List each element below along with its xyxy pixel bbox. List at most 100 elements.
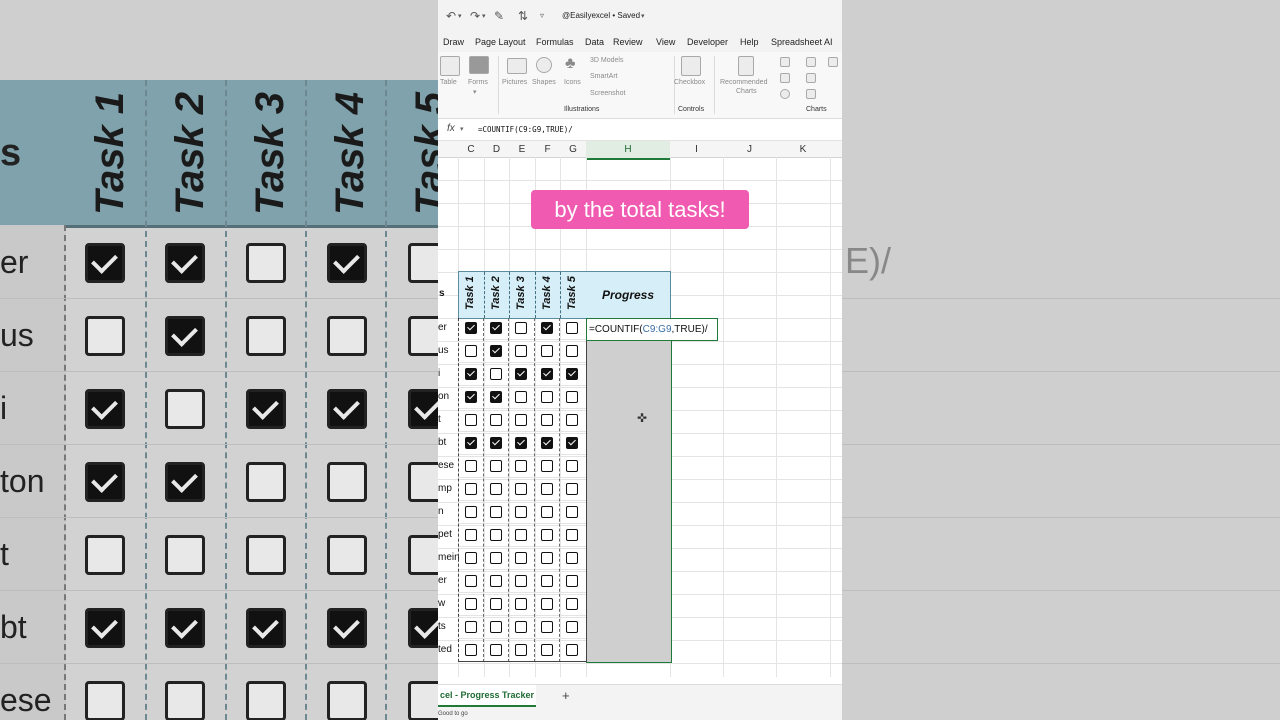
line-chart-icon[interactable]	[806, 89, 816, 99]
checkbox-unchecked[interactable]	[465, 575, 477, 587]
ribbon-tab-draw[interactable]: Draw	[443, 37, 464, 47]
checkbox-unchecked[interactable]	[490, 621, 502, 633]
ribbon-tab-formulas[interactable]: Formulas	[536, 37, 574, 47]
shapes-button[interactable]: Shapes	[532, 79, 556, 86]
ribbon-tab-developer[interactable]: Developer	[687, 37, 728, 47]
checkbox-unchecked[interactable]	[515, 506, 527, 518]
checkbox-unchecked[interactable]	[515, 391, 527, 403]
checkbox-checked[interactable]	[566, 437, 578, 449]
ribbon-tab-review[interactable]: Review	[613, 37, 643, 47]
table-button[interactable]: Table	[440, 79, 457, 86]
checkbox-unchecked[interactable]	[515, 414, 527, 426]
checkbox-unchecked[interactable]	[541, 414, 553, 426]
redo-icon[interactable]: ↷	[470, 9, 480, 23]
checkbox-checked[interactable]	[465, 391, 477, 403]
checkbox-unchecked[interactable]	[566, 483, 578, 495]
checkbox-unchecked[interactable]	[490, 598, 502, 610]
checkbox-unchecked[interactable]	[566, 644, 578, 656]
checkbox-unchecked[interactable]	[566, 460, 578, 472]
pictures-icon[interactable]	[507, 58, 527, 74]
progress-selection-range[interactable]	[586, 340, 672, 663]
format-painter-icon[interactable]: ✎	[494, 9, 504, 23]
sheet-tab-progress-tracker[interactable]: cel - Progress Tracker	[438, 685, 536, 707]
checkbox-unchecked[interactable]	[490, 460, 502, 472]
column-header-j[interactable]: J	[723, 144, 776, 155]
checkbox-unchecked[interactable]	[490, 368, 502, 380]
checkbox-unchecked[interactable]	[490, 552, 502, 564]
checkbox-unchecked[interactable]	[515, 460, 527, 472]
checkbox-unchecked[interactable]	[490, 644, 502, 656]
column-header-k[interactable]: K	[776, 144, 830, 155]
checkbox-unchecked[interactable]	[566, 575, 578, 587]
smartart-button[interactable]: SmartArt	[590, 73, 618, 80]
progress-header[interactable]: Progress	[586, 271, 671, 319]
checkbox-unchecked[interactable]	[541, 506, 553, 518]
checkbox-checked[interactable]	[515, 368, 527, 380]
checkbox-unchecked[interactable]	[566, 506, 578, 518]
ribbon-tab-spreadsheet-ai[interactable]: Spreadsheet AI	[771, 37, 833, 47]
forms-button[interactable]: Forms	[468, 79, 488, 86]
checkbox-checked[interactable]	[490, 391, 502, 403]
document-title[interactable]: @Easilyexcel • Saved	[562, 11, 640, 20]
ribbon-tab-view[interactable]: View	[656, 37, 675, 47]
column-header-d[interactable]: D	[484, 144, 509, 155]
column-header-h[interactable]: H	[586, 141, 670, 160]
checkbox-unchecked[interactable]	[465, 345, 477, 357]
icons-button[interactable]: Icons	[564, 79, 581, 86]
screenshot-button[interactable]: Screenshot	[590, 90, 625, 97]
checkbox-unchecked[interactable]	[515, 345, 527, 357]
checkbox-unchecked[interactable]	[541, 529, 553, 541]
checkbox-unchecked[interactable]	[515, 552, 527, 564]
checkbox-unchecked[interactable]	[515, 621, 527, 633]
checkbox-unchecked[interactable]	[515, 644, 527, 656]
checkbox-checked[interactable]	[490, 322, 502, 334]
active-cell-formula[interactable]: =COUNTIF(C9:G9,TRUE)/	[589, 324, 708, 335]
checkbox-unchecked[interactable]	[490, 529, 502, 541]
checkbox-unchecked[interactable]	[541, 391, 553, 403]
forms-dropdown-icon[interactable]: ▾	[473, 88, 477, 96]
checkbox-unchecked[interactable]	[515, 575, 527, 587]
checkbox-checked[interactable]	[465, 368, 477, 380]
checkbox-unchecked[interactable]	[515, 483, 527, 495]
checkbox-unchecked[interactable]	[465, 644, 477, 656]
bar-chart-icon[interactable]	[780, 57, 790, 67]
checkbox-unchecked[interactable]	[515, 322, 527, 334]
recommended-charts-button[interactable]: Recommended	[720, 79, 767, 86]
checkbox-unchecked[interactable]	[566, 414, 578, 426]
sort-icon[interactable]: ⇅	[518, 9, 528, 23]
checkbox-unchecked[interactable]	[490, 575, 502, 587]
add-sheet-button[interactable]: +	[562, 688, 570, 703]
checkbox-checked[interactable]	[490, 345, 502, 357]
checkbox-checked[interactable]	[541, 368, 553, 380]
checkbox-checked[interactable]	[490, 437, 502, 449]
column-header-e[interactable]: E	[509, 144, 535, 155]
checkbox-unchecked[interactable]	[465, 506, 477, 518]
shapes-icon[interactable]	[536, 57, 552, 73]
redo-dropdown-icon[interactable]: ▾	[482, 12, 486, 20]
checkbox-unchecked[interactable]	[465, 483, 477, 495]
checkbox-unchecked[interactable]	[541, 575, 553, 587]
checkbox-unchecked[interactable]	[515, 529, 527, 541]
pictures-button[interactable]: Pictures	[502, 79, 527, 86]
checkbox-unchecked[interactable]	[566, 391, 578, 403]
checkbox-unchecked[interactable]	[566, 322, 578, 334]
customize-qat-icon[interactable]: ▿	[540, 11, 544, 20]
checkbox-unchecked[interactable]	[541, 598, 553, 610]
checkbox-unchecked[interactable]	[465, 414, 477, 426]
ribbon-tab-help[interactable]: Help	[740, 37, 759, 47]
formula-expand-icon[interactable]: ▾	[460, 125, 464, 133]
checkbox-checked[interactable]	[541, 437, 553, 449]
checkbox-checked[interactable]	[515, 437, 527, 449]
checkbox-unchecked[interactable]	[515, 598, 527, 610]
forms-icon[interactable]	[469, 56, 489, 74]
formula-input[interactable]: =COUNTIF(C9:G9,TRUE)/	[478, 125, 573, 134]
hierarchy-chart-icon[interactable]	[806, 57, 816, 67]
3d-models-button[interactable]: 3D Models	[590, 57, 623, 64]
checkbox-checked[interactable]	[465, 322, 477, 334]
ribbon-tab-data[interactable]: Data	[585, 37, 604, 47]
waterfall-chart-icon[interactable]	[828, 57, 838, 67]
checkbox-unchecked[interactable]	[566, 552, 578, 564]
checkbox-unchecked[interactable]	[541, 483, 553, 495]
checkbox-checked[interactable]	[541, 322, 553, 334]
column-header-i[interactable]: I	[670, 144, 723, 155]
